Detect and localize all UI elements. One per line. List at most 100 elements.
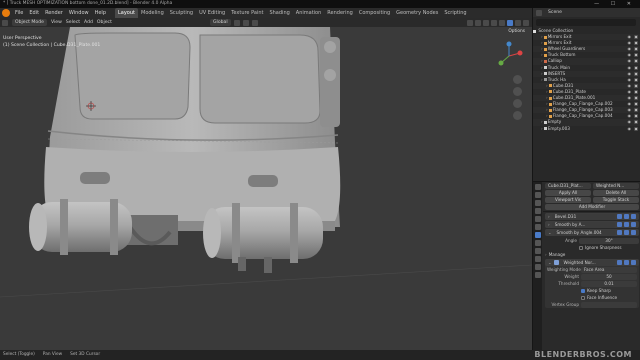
rendered-shading-icon[interactable] (523, 19, 529, 26)
expand-arrow-icon[interactable]: › (546, 101, 548, 106)
keep-sharp-checkbox[interactable] (581, 288, 585, 293)
expand-arrow-icon[interactable]: › (546, 89, 548, 94)
particles-tab-icon[interactable] (534, 240, 541, 246)
tab-modeling[interactable]: Modeling (138, 8, 167, 18)
modifier-name-field[interactable]: Smooth by A... (551, 221, 615, 228)
tab-compositing[interactable]: Compositing (356, 8, 393, 18)
expand-arrow-icon[interactable]: › (541, 52, 543, 57)
angle-field[interactable]: 30° (579, 237, 639, 244)
solid-shading-icon[interactable] (507, 19, 513, 26)
navigation-gizmo-icon[interactable] (494, 41, 524, 71)
expand-arrow-icon[interactable]: › (541, 40, 543, 45)
3d-viewport[interactable]: User Perspective (1) Scene Collection | … (0, 27, 532, 350)
proportional-icon[interactable] (251, 19, 258, 26)
tab-uv-editing[interactable]: UV Editing (196, 8, 228, 18)
wireframe-shading-icon[interactable] (499, 19, 505, 26)
menu-render[interactable]: Render (42, 10, 66, 16)
menu-select[interactable]: Select (66, 20, 80, 25)
expand-arrow-icon[interactable]: › (541, 46, 543, 51)
material-tab-icon[interactable] (534, 272, 541, 278)
weighted-normal-name[interactable]: Weighted Nor... (560, 259, 615, 266)
window-controls[interactable]: — ☐ ✕ (594, 0, 636, 8)
expand-arrow-icon[interactable]: › (541, 119, 543, 124)
modifier-header[interactable]: ⌄ Smooth by Angle.004 (545, 229, 639, 236)
object-tab-icon[interactable] (534, 224, 541, 230)
chevron-right-icon[interactable]: › (548, 221, 550, 228)
modifier-header[interactable]: › Bevel.D31 (545, 213, 639, 220)
menu-help[interactable]: Help (92, 10, 109, 16)
constraints-tab-icon[interactable] (534, 256, 541, 262)
editmode-toggle-icon[interactable] (617, 214, 622, 219)
object-name-field[interactable]: Cube.D31_Plat... (545, 182, 591, 189)
expand-arrow-icon[interactable]: › (541, 34, 543, 39)
editor-type-icon[interactable] (2, 19, 8, 26)
physics-tab-icon[interactable] (534, 248, 541, 254)
gizmo-icon[interactable] (475, 19, 481, 26)
tab-sculpting[interactable]: Sculpting (167, 8, 196, 18)
output-tab-icon[interactable] (534, 200, 541, 206)
outliner-editor-icon[interactable] (536, 9, 542, 16)
expand-arrow-icon[interactable]: › (546, 113, 548, 118)
chevron-down-icon[interactable]: ⌄ (548, 229, 552, 236)
outliner-item[interactable]: › Empty.003 ◉ ▣ (533, 126, 640, 132)
render-toggle-icon[interactable] (631, 230, 636, 235)
blender-logo-icon[interactable] (2, 9, 10, 17)
vertex-group-field[interactable] (581, 301, 637, 308)
pan-icon[interactable] (513, 87, 522, 96)
menu-file[interactable]: File (12, 10, 26, 16)
expand-arrow-icon[interactable]: › (541, 65, 543, 70)
weighted-normal-header[interactable]: ⌄ Weighted Nor... (545, 259, 639, 266)
tab-texture-paint[interactable]: Texture Paint (228, 8, 266, 18)
xray-icon[interactable] (491, 19, 497, 26)
tab-geometry-nodes[interactable]: Geometry Nodes (393, 8, 441, 18)
editmode-toggle-icon[interactable] (617, 222, 622, 227)
viewport-toggle-icon[interactable] (624, 230, 629, 235)
render-toggle-icon[interactable] (631, 214, 636, 219)
threshold-field[interactable]: 0.01 (581, 280, 637, 287)
menu-view[interactable]: View (51, 20, 62, 25)
overlay-icon[interactable] (483, 19, 489, 26)
viewport-toggle-icon[interactable] (624, 214, 629, 219)
editmode-toggle-icon[interactable] (617, 230, 622, 235)
chevron-right-icon[interactable]: › (548, 213, 550, 220)
pivot-icon[interactable] (233, 19, 240, 26)
menu-window[interactable]: Window (66, 10, 92, 16)
editmode-toggle-icon[interactable] (617, 260, 622, 265)
camera-view-icon[interactable] (513, 99, 522, 108)
expand-arrow-icon[interactable]: › (541, 58, 543, 63)
expand-arrow-icon[interactable]: › (546, 95, 548, 100)
weight-field[interactable]: 50 (581, 273, 637, 280)
mode-dropdown[interactable]: Object Mode (12, 19, 47, 26)
ortho-toggle-icon[interactable] (513, 111, 522, 120)
expand-arrow-icon[interactable]: › (541, 71, 543, 76)
toggle-stack-button[interactable]: Toggle Stack (593, 196, 639, 203)
render-toggle-icon[interactable] (631, 222, 636, 227)
modifier-header[interactable]: › Smooth by A... (545, 221, 639, 228)
delete-all-button[interactable]: Delete All (593, 189, 639, 196)
visibility-toggle-icon[interactable]: ◉ ▣ (627, 126, 639, 132)
apply-all-button[interactable]: Apply All (545, 189, 591, 196)
tab-scripting[interactable]: Scripting (441, 8, 469, 18)
viewport-toggle-icon[interactable] (624, 260, 629, 265)
tab-layout[interactable]: Layout (115, 8, 138, 18)
scene-tab-icon[interactable] (534, 208, 541, 214)
menu-object[interactable]: Object (97, 20, 112, 25)
orientation-dropdown[interactable]: Global (210, 19, 231, 26)
add-modifier-button[interactable]: Add Modifier (545, 203, 639, 210)
render-tab-icon[interactable] (534, 192, 541, 198)
modifier-tab-icon[interactable] (534, 232, 541, 238)
render-toggle-icon[interactable] (631, 260, 636, 265)
tool-tab-icon[interactable] (534, 184, 541, 190)
world-tab-icon[interactable] (534, 216, 541, 222)
options-dropdown[interactable]: Options (505, 29, 528, 34)
manage-row[interactable]: › Manage (543, 251, 640, 258)
expand-arrow-icon[interactable]: › (546, 107, 548, 112)
ignore-sharpness-checkbox[interactable] (579, 245, 583, 250)
viewport-toggle-icon[interactable] (624, 222, 629, 227)
tab-animation[interactable]: Animation (293, 8, 325, 18)
visibility-icon[interactable] (467, 19, 473, 26)
data-tab-icon[interactable] (534, 264, 541, 270)
tab-rendering[interactable]: Rendering (324, 8, 356, 18)
outliner-search-input[interactable] (536, 19, 636, 26)
modifier-name-field[interactable]: Smooth by Angle.004 (553, 229, 615, 236)
